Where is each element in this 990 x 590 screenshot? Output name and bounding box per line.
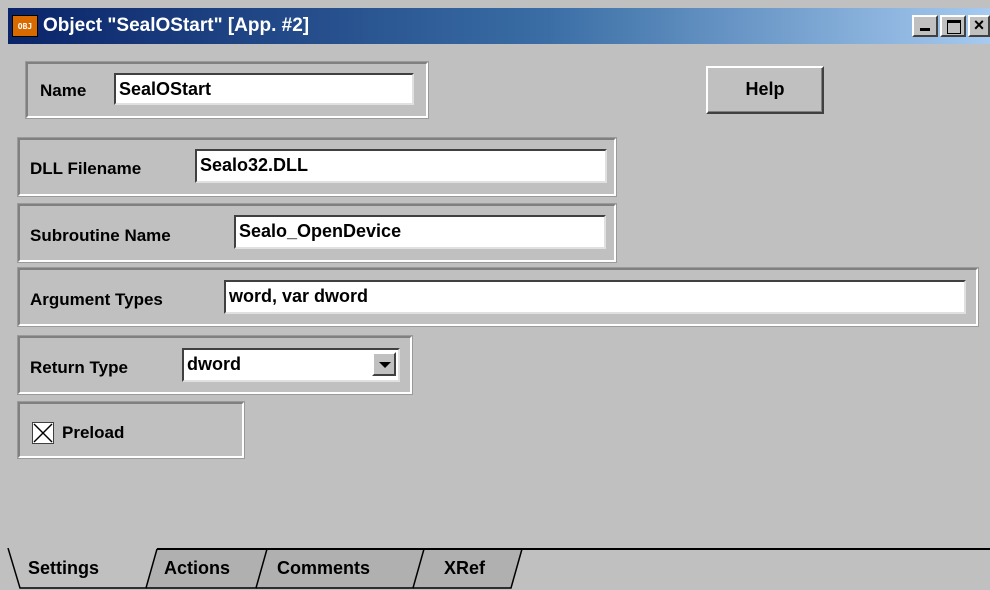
window-controls: × xyxy=(912,15,990,37)
minimize-button[interactable] xyxy=(912,15,938,37)
preload-checkbox[interactable] xyxy=(32,422,54,444)
return-type-label: Return Type xyxy=(30,358,128,377)
object-window: OBJ Object "SealOStart" [App. #2] × Name… xyxy=(0,0,990,590)
tab-strip: Settings Actions Comments XRef xyxy=(0,548,990,590)
tab-outline xyxy=(7,548,990,589)
subroutine-name-label: Subroutine Name xyxy=(30,226,171,245)
object-app-icon: OBJ xyxy=(12,15,38,37)
return-type-value: dword xyxy=(187,354,241,374)
preload-label: Preload xyxy=(62,423,125,442)
name-group: Name SealOStart xyxy=(25,61,429,119)
name-input[interactable]: SealOStart xyxy=(114,73,414,105)
close-button[interactable]: × xyxy=(968,15,990,37)
maximize-button[interactable] xyxy=(940,15,966,37)
dll-filename-label: DLL Filename xyxy=(30,159,142,178)
dll-filename-input[interactable]: Sealo32.DLL xyxy=(195,149,607,183)
preload-group: Preload xyxy=(17,401,245,459)
subroutine-name-input[interactable]: Sealo_OpenDevice xyxy=(234,215,606,249)
help-button[interactable]: Help xyxy=(706,66,824,114)
dll-filename-group: DLL Filename Sealo32.DLL xyxy=(17,137,617,197)
title-bar[interactable]: OBJ Object "SealOStart" [App. #2] × xyxy=(8,8,990,44)
argument-types-group: Argument Types word, var dword xyxy=(17,267,979,327)
return-type-select[interactable]: dword xyxy=(182,348,400,382)
subroutine-name-group: Subroutine Name Sealo_OpenDevice xyxy=(17,203,617,263)
tab-actions[interactable]: Actions xyxy=(164,558,230,579)
window-title: Object "SealOStart" [App. #2] xyxy=(43,15,310,36)
tab-settings[interactable]: Settings xyxy=(28,558,99,579)
check-x-icon xyxy=(33,423,53,443)
argument-types-label: Argument Types xyxy=(30,290,163,309)
tab-xref[interactable]: XRef xyxy=(444,558,485,579)
return-type-group: Return Type dword xyxy=(17,335,413,395)
name-label: Name xyxy=(40,81,87,100)
argument-types-input[interactable]: word, var dword xyxy=(224,280,966,314)
chevron-down-icon[interactable] xyxy=(372,352,396,376)
tab-comments[interactable]: Comments xyxy=(277,558,370,579)
